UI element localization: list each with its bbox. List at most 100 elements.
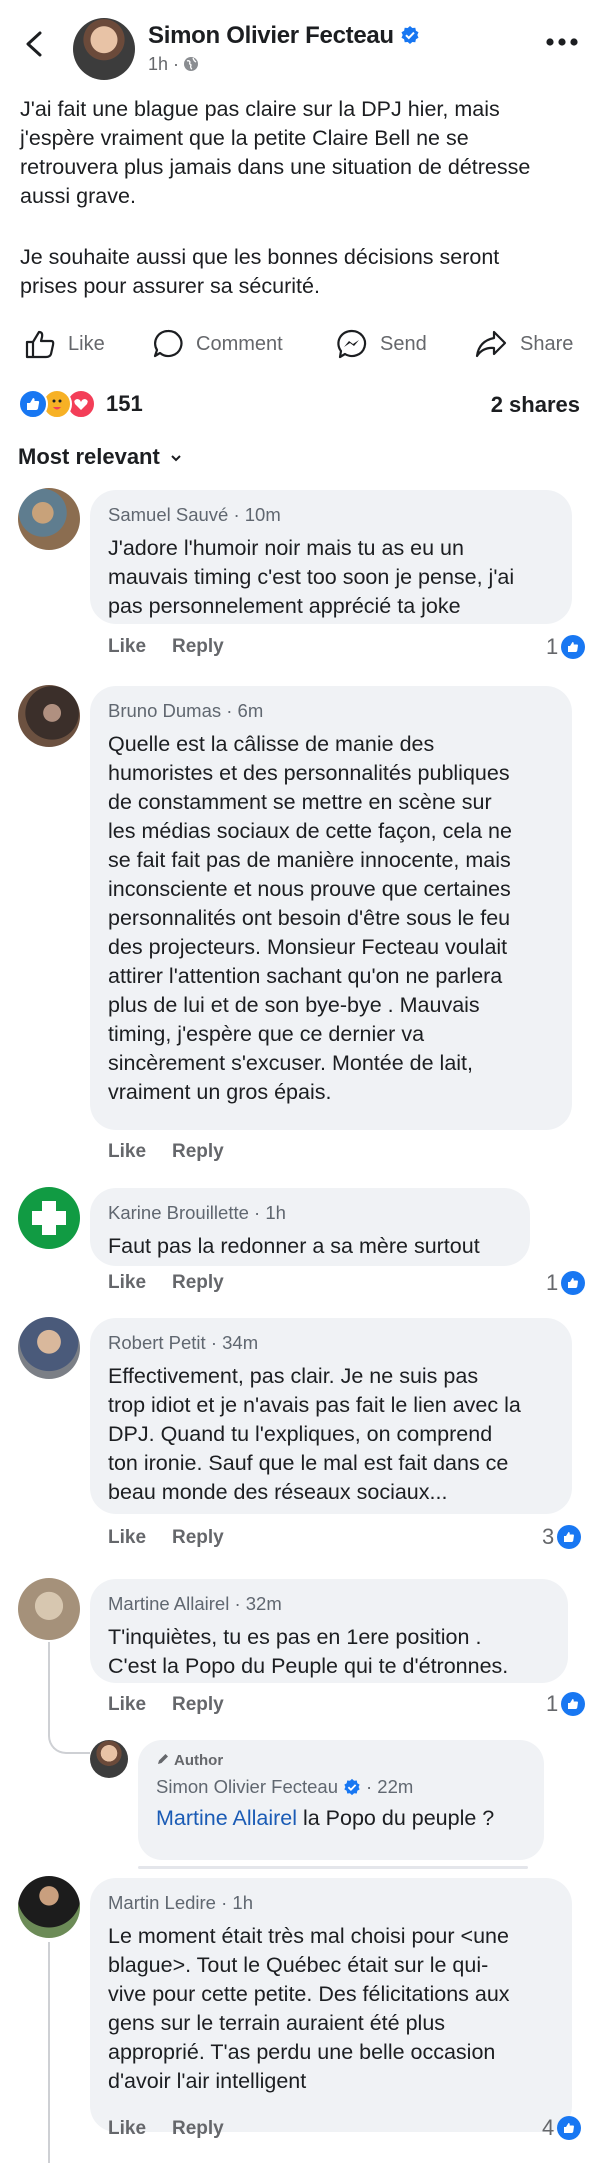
comment-line: de constamment se mettre en scène sur (108, 790, 492, 814)
reply-divider (138, 1866, 528, 1869)
author-badge-label: Author (174, 1752, 224, 1769)
send-label: Send (380, 332, 427, 355)
comment-reply-button[interactable]: Reply (172, 1694, 224, 1716)
commenter-name[interactable]: Karine Brouillette (108, 1202, 249, 1223)
reply-bubble: Author Simon Olivier Fecteau · 22m Martin… (138, 1740, 544, 1860)
verified-badge-icon (344, 1778, 360, 1796)
author-avatar[interactable] (73, 18, 135, 80)
comment-line: vive pour cette petite. Des félicitation… (108, 1982, 510, 2006)
comment-text: T'inquiètes, tu es pas en 1ere position … (108, 1623, 508, 1681)
commenter-avatar[interactable] (18, 488, 80, 550)
comment-line: timing, j'espère que ce dernier va (108, 1022, 425, 1046)
reply-author-name[interactable]: Simon Olivier Fecteau (156, 1776, 338, 1797)
comment-reply-button[interactable]: Reply (172, 2118, 224, 2140)
comment-time: · 34m (210, 1332, 259, 1353)
comment-like-button[interactable]: Like (108, 1272, 146, 1294)
comment-like-button[interactable]: Like (108, 1141, 146, 1163)
comment-like-button[interactable]: Like (108, 2118, 146, 2140)
reply-thread-line (48, 1642, 90, 1754)
post-actions: Like Comment Send Share (0, 318, 600, 370)
pharmacy-cross-icon (32, 1201, 66, 1235)
reaction-count: 151 (106, 391, 143, 416)
like-badge-icon (561, 635, 586, 659)
comment-bubble: Karine Brouillette · 1h Faut pas la redo… (90, 1188, 530, 1266)
comment-line: pas personnelement apprécié ta joke (108, 594, 461, 618)
comment-line: mauvais timing c'est too soon je pense, … (108, 565, 515, 589)
comment-line: vraiment un gros épais. (108, 1080, 332, 1104)
comment-time: · 1h (221, 1892, 253, 1913)
comment-header: Martine Allairel · 32m (108, 1593, 282, 1615)
like-badge-icon (557, 2116, 582, 2140)
comment-header: Samuel Sauvé · 10m (108, 504, 281, 526)
comment-header: Bruno Dumas · 6m (108, 700, 263, 722)
commenter-name[interactable]: Martine Allairel (108, 1593, 229, 1614)
comment-label: Comment (196, 332, 283, 355)
comment-reply-button[interactable]: Reply (172, 636, 224, 658)
messenger-icon (337, 329, 367, 359)
reply-author-avatar[interactable] (90, 1740, 128, 1778)
comment-like-button[interactable]: Like (108, 1694, 146, 1716)
like-count: 1 (546, 634, 559, 659)
post-line: prises pour assurer sa sécurité. (20, 274, 320, 298)
like-count: 4 (542, 2115, 555, 2140)
comment-time: · 10m (233, 504, 281, 525)
comment-like-count: 3 (542, 1524, 582, 1550)
commenter-avatar[interactable] (18, 1876, 80, 1938)
comment-line: ton ironie. Sauf que le mal est fait dan… (108, 1451, 509, 1475)
commenter-avatar[interactable] (18, 1187, 80, 1249)
commenter-avatar[interactable] (18, 1317, 80, 1379)
comment-line: approprié. T'as perdu une belle occasion (108, 2040, 496, 2064)
comment-button[interactable]: Comment (152, 318, 283, 370)
back-icon[interactable] (22, 30, 48, 58)
like-badge-icon (561, 1692, 586, 1716)
comment-reply-button[interactable]: Reply (172, 1141, 224, 1163)
share-button[interactable]: Share (474, 318, 573, 370)
comment-sort-dropdown[interactable]: Most relevant (18, 444, 182, 470)
share-icon (475, 330, 507, 358)
author-name-row[interactable]: Simon Olivier Fecteau (148, 22, 420, 50)
comment-text: J'adore l'humoir noir mais tu as eu un m… (108, 534, 514, 621)
post-body-paragraph-2: Je souhaite aussi que les bonnes décisio… (20, 243, 580, 301)
comment-reply-button[interactable]: Reply (172, 1527, 224, 1549)
comment-like-count: 4 (542, 2115, 582, 2141)
comment-line: Le moment était très mal choisi pour <un… (108, 1924, 509, 1948)
comment-bubble: Samuel Sauvé · 10m J'adore l'humoir noir… (90, 490, 572, 624)
reply-header: Simon Olivier Fecteau · 22m (156, 1776, 413, 1798)
comment-line: humoristes et des personnalités publique… (108, 761, 510, 785)
commenter-name[interactable]: Robert Petit (108, 1332, 206, 1353)
like-icon (25, 330, 55, 359)
comment-bubble: Robert Petit · 34m Effectivement, pas cl… (90, 1318, 572, 1514)
like-badge-icon (561, 1271, 586, 1295)
reply-body: la Popo du peuple ? (297, 1806, 495, 1830)
like-button[interactable]: Like (24, 318, 105, 370)
comment-header: Robert Petit · 34m (108, 1332, 258, 1354)
send-button[interactable]: Send (336, 318, 427, 370)
comment-time: · 1h (254, 1202, 286, 1223)
comment-line: gens sur le terrain auraient été plus (108, 2011, 446, 2035)
reaction-summary[interactable]: 151 (18, 389, 143, 419)
author-name[interactable]: Simon Olivier Fecteau (148, 22, 394, 49)
comment-like-button[interactable]: Like (108, 636, 146, 658)
post-body-paragraph-1: J'ai fait une blague pas claire sur la D… (20, 95, 580, 211)
mention-link[interactable]: Martine Allairel (156, 1806, 297, 1830)
like-reaction-icon (18, 389, 48, 419)
commenter-name[interactable]: Martin Ledire (108, 1892, 216, 1913)
more-icon[interactable] (545, 36, 579, 48)
globe-icon (184, 57, 199, 71)
share-count[interactable]: 2 shares (491, 392, 580, 418)
commenter-name[interactable]: Bruno Dumas (108, 700, 221, 721)
author-pen-icon (158, 1754, 168, 1764)
comment-text: Le moment était très mal choisi pour <un… (108, 1922, 510, 2096)
author-badge: Author (156, 1752, 223, 1769)
comment-line: attirer l'attention sachant qu'on ne par… (108, 964, 503, 988)
comment-time: · 6m (226, 700, 264, 721)
comment-reply-button[interactable]: Reply (172, 1272, 224, 1294)
post-line: retrouvera plus jamais dans une situatio… (20, 155, 531, 179)
comment-like-button[interactable]: Like (108, 1527, 146, 1549)
post-line: J'ai fait une blague pas claire sur la D… (20, 97, 500, 121)
commenter-avatar[interactable] (18, 685, 80, 747)
post-meta: 1h · (148, 54, 199, 75)
comment-icon (153, 329, 183, 358)
commenter-avatar[interactable] (18, 1578, 80, 1640)
commenter-name[interactable]: Samuel Sauvé (108, 504, 228, 525)
